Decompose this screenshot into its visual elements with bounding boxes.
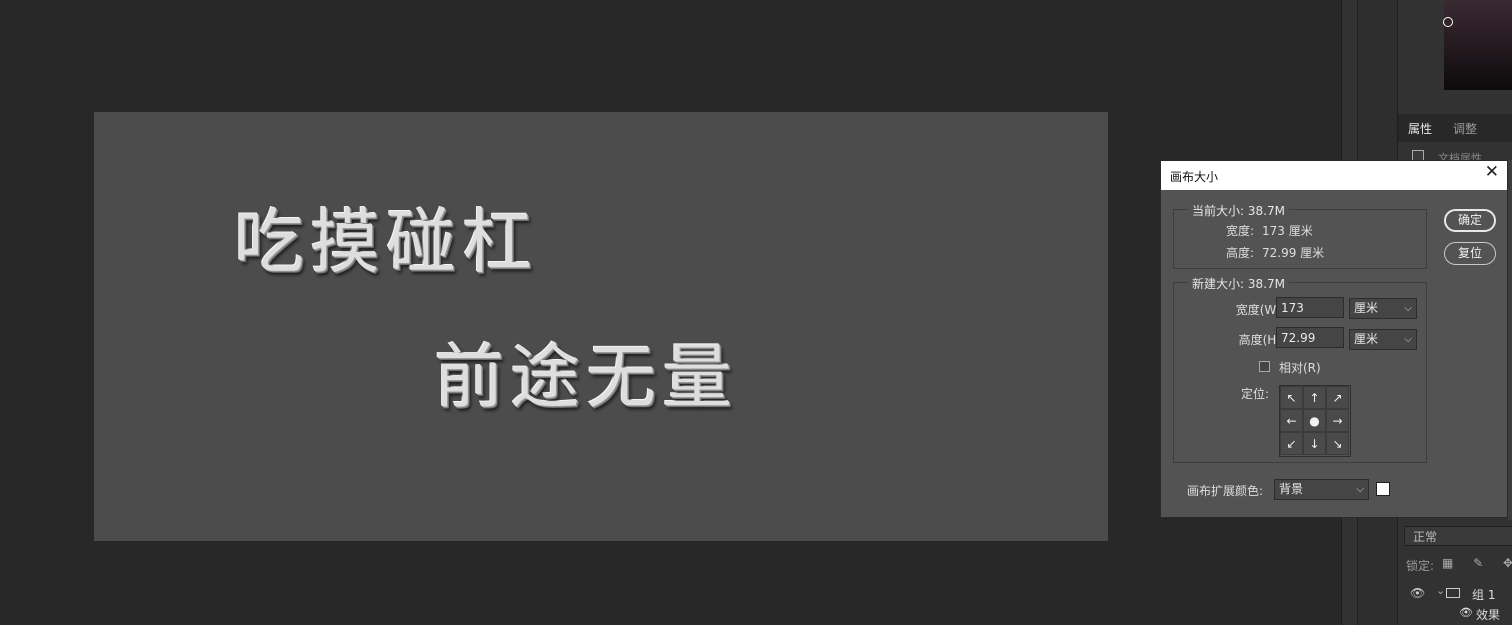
anchor-bottom-right[interactable]: ↘ [1326,432,1349,455]
anchor-center[interactable]: ● [1303,409,1326,432]
extension-color-label: 画布扩展颜色: [1187,484,1264,498]
layer-row-group[interactable]: 👁 ⌄ 组 1 [1398,584,1512,604]
extension-color-swatch[interactable] [1376,482,1390,496]
tab-properties[interactable]: 属性 [1408,120,1432,137]
dialog-title: 画布大小 [1170,170,1219,184]
blend-mode-select[interactable]: 正常 [1404,526,1512,546]
width-input[interactable] [1276,297,1344,318]
layer-name: 组 1 [1472,588,1496,602]
anchor-right[interactable]: → [1326,409,1349,432]
anchor-top-right[interactable]: ↗ [1326,386,1349,409]
dialog-titlebar[interactable]: 画布大小 ✕ [1161,161,1507,190]
new-size-legend: 新建大小: 38.7M [1188,275,1289,292]
width-unit-value: 厘米 [1354,301,1379,315]
current-height-label: 高度: [1225,246,1254,260]
height-unit-value: 厘米 [1354,332,1379,346]
panel-tabs: 属性 调整 [1398,114,1512,142]
lock-label: 锁定: [1406,559,1435,573]
height-label: 高度(H): [1238,333,1285,347]
anchor-top-left[interactable]: ↖ [1280,386,1303,409]
anchor-bottom[interactable]: ↓ [1303,432,1326,455]
anchor-top[interactable]: ↑ [1303,386,1326,409]
canvas-text-line-1: 吃摸碰杠 [234,201,538,283]
reset-button[interactable]: 复位 [1444,242,1496,265]
lock-icons[interactable]: ▦ ✎ ✥ ⧉ [1442,556,1512,571]
effects-label: 效果 [1476,608,1501,622]
extension-color-select[interactable]: 背景 ⌵ [1274,479,1369,500]
chevron-down-icon: ⌵ [1404,303,1412,314]
current-height-row: 高度: 72.99 厘米 [1174,244,1324,261]
anchor-label: 定位: [1240,387,1269,401]
chevron-down-icon: ⌵ [1356,484,1364,495]
panel-edge [1508,160,1512,520]
folder-icon [1446,588,1460,598]
current-width-value: 173 厘米 [1262,224,1313,238]
anchor-bottom-left[interactable]: ↙ [1280,432,1303,455]
document-canvas[interactable]: 吃摸碰杠 前途无量 [94,112,1108,541]
current-size-group: 当前大小: 38.7M 宽度: 173 厘米 高度: 72.99 厘米 [1173,202,1427,269]
canvas-text-line-2: 前途无量 [434,336,738,418]
relative-label[interactable]: 相对(R) [1279,359,1321,376]
height-unit-select[interactable]: 厘米 ⌵ [1349,329,1417,350]
chevron-down-icon: ⌵ [1404,334,1412,345]
close-icon[interactable]: ✕ [1485,164,1499,181]
eye-icon[interactable]: 👁 [1410,586,1425,600]
current-height-value: 72.99 厘米 [1262,246,1325,260]
current-size-legend: 当前大小: 38.7M [1188,202,1289,219]
extension-color-value: 背景 [1279,482,1304,496]
canvas-size-dialog: 画布大小 ✕ 当前大小: 38.7M 宽度: 173 厘米 高度: 72.99 厘米… [1160,160,1508,518]
color-picker-field[interactable] [1444,0,1512,90]
anchor-grid: ↖ ↑ ↗ ← ● → ↙ ↓ ↘ [1279,385,1351,457]
width-unit-select[interactable]: 厘米 ⌵ [1349,298,1417,319]
eye-icon[interactable]: 👁 [1459,606,1473,619]
current-width-label: 宽度: [1225,224,1254,238]
relative-checkbox[interactable] [1259,361,1270,372]
color-picker-ring-icon[interactable] [1443,17,1453,27]
tab-adjustments[interactable]: 调整 [1453,120,1477,137]
width-label: 宽度(W): [1235,303,1285,317]
chevron-down-icon[interactable]: ⌄ [1436,584,1445,597]
current-width-row: 宽度: 173 厘米 [1174,222,1313,239]
ok-button[interactable]: 确定 [1444,209,1496,232]
anchor-left[interactable]: ← [1280,409,1303,432]
layer-row-effects[interactable]: 👁 效果 [1398,604,1512,624]
height-input[interactable] [1276,327,1344,348]
